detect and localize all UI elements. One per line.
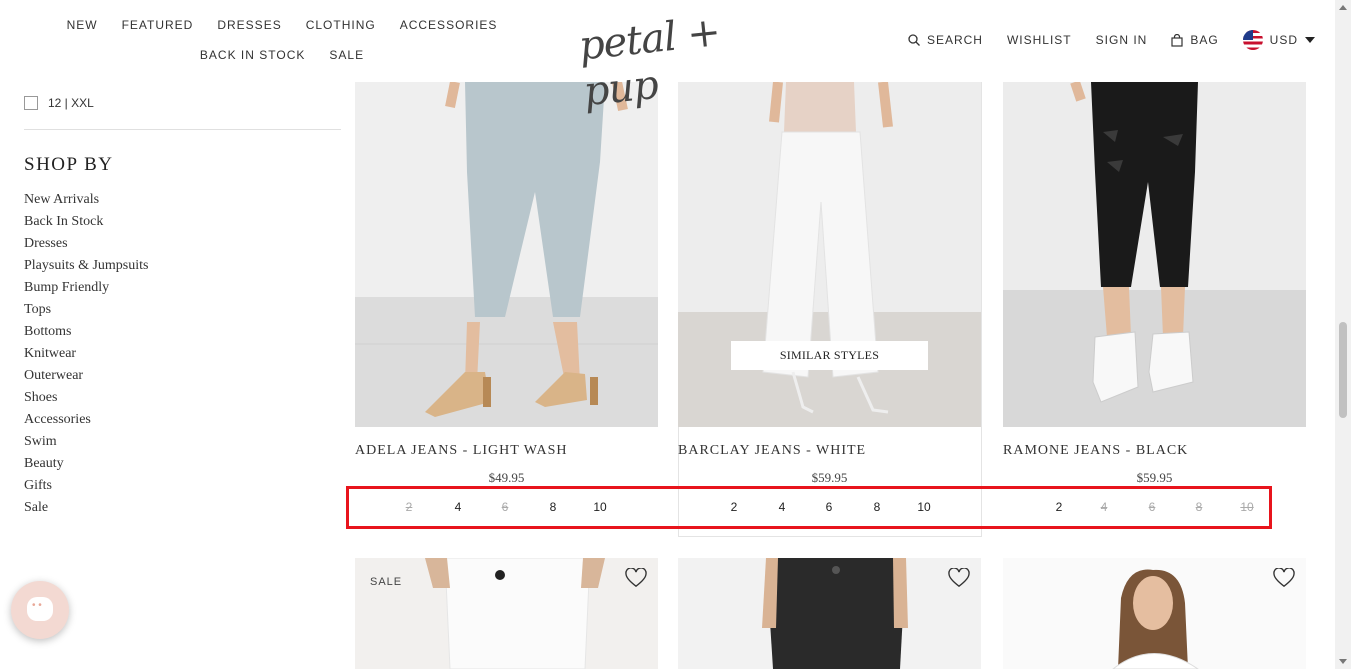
size-option[interactable]: 2	[1056, 500, 1063, 514]
product-image[interactable]	[355, 82, 658, 427]
size-option[interactable]: 8	[550, 500, 557, 514]
search-label: SEARCH	[926, 33, 983, 47]
us-flag-icon	[1242, 30, 1263, 50]
similar-styles-button[interactable]: SIMILAR STYLES	[731, 341, 928, 370]
currency-selector[interactable]: USD	[1242, 30, 1315, 50]
product-image[interactable]	[1003, 558, 1306, 669]
wishlist-heart-icon[interactable]	[948, 568, 970, 588]
wishlist-label: WISHLIST	[1006, 33, 1072, 47]
main-nav: NEW FEATURED DRESSES CLOTHING ACCESSORIE…	[22, 18, 542, 62]
scroll-down-arrow-icon[interactable]	[1339, 659, 1347, 664]
size-filter-option[interactable]: 12 | XXL	[24, 96, 94, 110]
product-card: ADELA JEANS - LIGHT WASH $49.95 2 4 6 8 …	[355, 82, 658, 514]
shop-by-gifts[interactable]: Gifts	[24, 477, 148, 499]
size-option[interactable]: 2	[731, 500, 738, 514]
bag-button[interactable]: BAG	[1171, 33, 1218, 47]
sign-in-label: SIGN IN	[1095, 33, 1148, 47]
size-options: 2 4 6 8 10	[678, 499, 981, 517]
shop-by-beauty[interactable]: Beauty	[24, 455, 148, 477]
scroll-up-arrow-icon[interactable]	[1339, 5, 1347, 10]
size-option-out-of-stock[interactable]: 2	[406, 500, 413, 514]
shop-by-back-in-stock[interactable]: Back In Stock	[24, 213, 148, 235]
shop-by-shoes[interactable]: Shoes	[24, 389, 148, 411]
product-image[interactable]: SIMILAR STYLES	[678, 82, 981, 427]
product-image[interactable]	[678, 558, 981, 669]
nav-clothing[interactable]: CLOTHING	[306, 18, 376, 32]
shop-by-swim[interactable]: Swim	[24, 433, 148, 455]
nav-dresses[interactable]: DRESSES	[217, 18, 281, 32]
wishlist-heart-icon[interactable]	[625, 568, 647, 588]
wishlist-link[interactable]: WISHLIST	[1007, 33, 1072, 47]
size-option[interactable]: 4	[779, 500, 786, 514]
size-option-out-of-stock[interactable]: 4	[1101, 500, 1108, 514]
size-options: 2 4 6 8 10	[1003, 499, 1306, 517]
scrollbar-thumb[interactable]	[1339, 322, 1347, 418]
shop-by-tops[interactable]: Tops	[24, 301, 148, 323]
product-card: RAMONE JEANS - BLACK $59.95 2 4 6 8 10	[1003, 82, 1306, 514]
product-name[interactable]: ADELA JEANS - LIGHT WASH	[355, 443, 567, 459]
product-price: $59.95	[811, 470, 848, 485]
utility-nav: SEARCH WISHLIST SIGN IN BAG USD	[908, 30, 1315, 50]
chevron-down-icon	[1305, 37, 1315, 43]
shop-by-bottoms[interactable]: Bottoms	[24, 323, 148, 345]
size-option-label: 12 | XXL	[48, 96, 94, 110]
product-card	[1003, 558, 1306, 669]
divider	[24, 129, 341, 130]
product-name[interactable]: BARCLAY JEANS - WHITE	[678, 443, 866, 459]
search-icon	[908, 34, 920, 46]
shop-by-new-arrivals[interactable]: New Arrivals	[24, 191, 148, 213]
logo[interactable]: petal + pup	[575, 9, 765, 115]
size-option[interactable]: 4	[455, 500, 462, 514]
size-option-out-of-stock[interactable]: 6	[502, 500, 509, 514]
size-option[interactable]: 8	[874, 500, 881, 514]
page-scrollbar[interactable]	[1335, 0, 1351, 669]
nav-accessories[interactable]: ACCESSORIES	[400, 18, 498, 32]
shop-by-list: New Arrivals Back In Stock Dresses Plays…	[24, 191, 148, 521]
site-header: NEW FEATURED DRESSES CLOTHING ACCESSORIE…	[0, 0, 1335, 115]
currency-label: USD	[1269, 33, 1298, 47]
product-card: SIMILAR STYLES BARCLAY JEANS - WHITE $59…	[678, 82, 981, 514]
size-option[interactable]: 10	[917, 500, 930, 514]
sale-badge: SALE	[370, 576, 403, 588]
bag-icon	[1171, 33, 1183, 47]
size-checkbox[interactable]	[24, 96, 38, 110]
search-button[interactable]: SEARCH	[908, 33, 983, 47]
shop-by-playsuits-jumpsuits[interactable]: Playsuits & Jumpsuits	[24, 257, 148, 279]
size-option[interactable]: 6	[826, 500, 833, 514]
shop-by-accessories[interactable]: Accessories	[24, 411, 148, 433]
sign-in-link[interactable]: SIGN IN	[1096, 33, 1148, 47]
shop-by-dresses[interactable]: Dresses	[24, 235, 148, 257]
shop-by-knitwear[interactable]: Knitwear	[24, 345, 148, 367]
size-option[interactable]: 10	[593, 500, 606, 514]
logo-text: petal + pup	[576, 9, 722, 116]
size-option-out-of-stock[interactable]: 10	[1240, 500, 1253, 514]
product-name[interactable]: RAMONE JEANS - BLACK	[1003, 443, 1188, 459]
bag-label: BAG	[1190, 33, 1219, 47]
wishlist-heart-icon[interactable]	[1273, 568, 1295, 588]
nav-sale[interactable]: SALE	[329, 48, 364, 62]
product-image[interactable]	[355, 558, 658, 669]
nav-back-in-stock[interactable]: BACK IN STOCK	[200, 48, 305, 62]
product-image[interactable]	[1003, 82, 1306, 427]
size-options: 2 4 6 8 10	[355, 499, 658, 517]
product-card: SALE	[355, 558, 658, 669]
shop-by-sale[interactable]: Sale	[24, 499, 148, 521]
chat-icon	[27, 597, 53, 621]
product-price: $59.95	[1136, 470, 1173, 485]
product-card	[678, 558, 981, 669]
nav-new[interactable]: NEW	[67, 18, 98, 32]
chat-widget-button[interactable]	[11, 581, 69, 639]
size-option-out-of-stock[interactable]: 8	[1196, 500, 1203, 514]
product-price: $49.95	[488, 470, 525, 485]
nav-featured[interactable]: FEATURED	[122, 18, 194, 32]
shop-by-heading: SHOP BY	[24, 154, 114, 175]
size-option-out-of-stock[interactable]: 6	[1149, 500, 1156, 514]
shop-by-outerwear[interactable]: Outerwear	[24, 367, 148, 389]
shop-by-bump-friendly[interactable]: Bump Friendly	[24, 279, 148, 301]
